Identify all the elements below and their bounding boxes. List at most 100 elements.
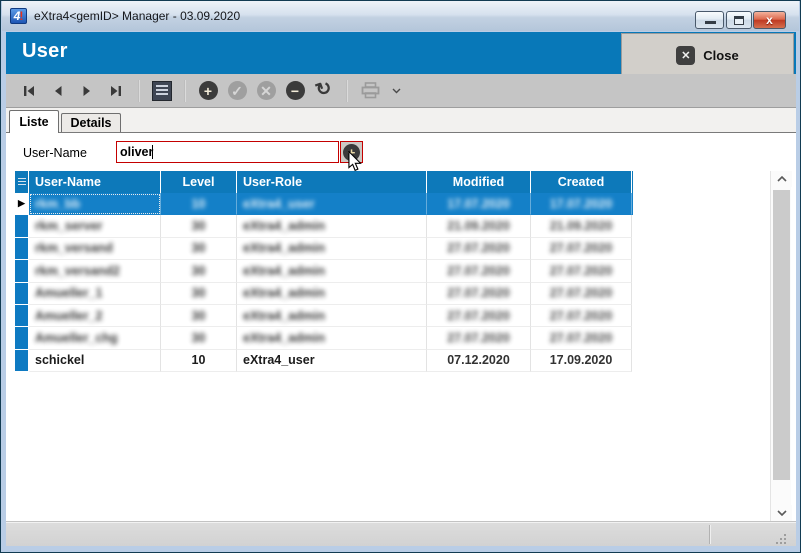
print-dropdown-button[interactable]: [386, 81, 406, 101]
cell-modified: 27.07.2020: [447, 308, 510, 323]
prior-record-button[interactable]: [48, 81, 68, 101]
record-toolbar: + ✓ ✕ − ↻: [6, 74, 796, 108]
cell-user-name: rkm_versand: [35, 241, 113, 256]
row-indicator: [15, 327, 29, 350]
close-x-icon: ✕: [676, 45, 696, 65]
refresh-button[interactable]: ↻: [313, 77, 335, 102]
row-indicator: [15, 349, 29, 373]
x-circle-icon: ✕: [256, 81, 276, 100]
cell-modified: 27.07.2020: [447, 263, 510, 278]
user-table: User-Name Level User-Role Modified Creat…: [15, 171, 633, 373]
text-caret: [152, 145, 153, 159]
app-icon: 4!: [10, 8, 27, 24]
cell-created: 17.09.2020: [549, 353, 613, 368]
table-row[interactable]: schickel 10 eXtra4_user 07.12.2020 17.09…: [15, 349, 633, 373]
cell-level: 30: [191, 308, 206, 323]
app-icon-excl: !: [19, 9, 24, 23]
resize-grip[interactable]: [780, 538, 782, 540]
minimize-icon: [704, 21, 716, 24]
tab-details[interactable]: Details: [61, 113, 121, 132]
cell-modified: 27.07.2020: [447, 286, 510, 301]
cell-modified: 17.07.2020: [447, 196, 510, 211]
last-record-button[interactable]: [106, 81, 126, 101]
column-header-created[interactable]: Created: [531, 171, 632, 193]
client-area: User ✕ Close + ✓ ✕ − ↻ Liste Details Use…: [6, 32, 796, 546]
mouse-cursor: [348, 151, 362, 172]
cell-created: 27.07.2020: [549, 331, 613, 346]
tab-details-label: Details: [70, 116, 112, 130]
close-button[interactable]: ✕ Close: [621, 33, 794, 77]
cell-user-role: eXtra4_admin: [243, 241, 325, 256]
form-view-button[interactable]: [152, 80, 172, 101]
cell-created: 27.07.2020: [549, 263, 613, 278]
cell-user-name: Amueller_2: [35, 308, 103, 323]
insert-record-button[interactable]: +: [198, 81, 218, 101]
first-record-button[interactable]: [19, 81, 39, 101]
application-window: 4! eXtra4<gemID> Manager - 03.09.2020 x …: [0, 0, 801, 553]
table-row[interactable]: Amueller_2 30 eXtra4_admin 27.07.2020 27…: [15, 304, 633, 328]
row-indicator: [15, 237, 29, 261]
cell-user-name: rkm_server: [35, 219, 103, 234]
cell-level: 30: [191, 263, 206, 278]
user-name-input[interactable]: [116, 141, 339, 163]
column-header-modified[interactable]: Modified: [427, 171, 531, 193]
printer-icon: [361, 82, 379, 99]
cell-user-name: schickel: [35, 353, 85, 368]
column-header-user-name[interactable]: User-Name: [29, 171, 161, 193]
plus-circle-icon: +: [198, 81, 218, 100]
next-record-button[interactable]: [77, 81, 97, 101]
table-row[interactable]: rkm_server 30 eXtra4_admin 21.09.2020 21…: [15, 215, 633, 238]
cell-user-role: eXtra4_admin: [243, 263, 325, 278]
cell-user-role: eXtra4_user: [243, 353, 315, 368]
cell-user-name: rkm_bb: [35, 196, 81, 211]
check-circle-icon: ✓: [227, 81, 247, 100]
table-row[interactable]: rkm_versand 30 eXtra4_admin 27.07.2020 2…: [15, 237, 633, 261]
row-indicator: [15, 260, 29, 283]
row-indicator-header[interactable]: [15, 171, 29, 193]
status-bar: [6, 521, 796, 546]
print-button: [360, 81, 380, 101]
first-record-icon: [24, 85, 34, 96]
scroll-down-button[interactable]: [771, 505, 792, 521]
window-close-icon: x: [766, 13, 773, 27]
prior-record-icon: [55, 85, 62, 96]
table-row[interactable]: Amueller_1 30 eXtra4_admin 27.07.2020 27…: [15, 282, 633, 305]
maximize-button[interactable]: [726, 11, 752, 29]
scroll-up-button[interactable]: [771, 171, 792, 187]
liste-tab-page: User-Name + User-Name Level User-Role Mo…: [6, 132, 796, 521]
cell-level: 30: [191, 331, 206, 346]
table-row[interactable]: rkm_versand2 30 eXtra4_admin 27.07.2020 …: [15, 260, 633, 283]
cell-user-role: eXtra4_admin: [243, 219, 325, 234]
tab-liste-label: Liste: [19, 115, 49, 129]
cancel-button: ✕: [256, 81, 276, 101]
toolbar-separator: [184, 79, 186, 102]
titlebar[interactable]: 4! eXtra4<gemID> Manager - 03.09.2020 x: [2, 1, 799, 31]
cell-modified: 21.09.2020: [447, 219, 510, 234]
user-name-label: User-Name: [23, 146, 87, 160]
cell-level: 30: [191, 241, 206, 256]
column-header-level[interactable]: Level: [161, 171, 237, 193]
cell-modified: 07.12.2020: [447, 353, 510, 368]
table-row[interactable]: Amueller_chg 30 eXtra4_admin 27.07.2020 …: [15, 327, 633, 350]
cell-created: 27.07.2020: [549, 286, 613, 301]
cell-created: 21.09.2020: [549, 219, 613, 234]
chevron-down-icon: [776, 510, 787, 516]
cell-level: 30: [191, 219, 206, 234]
cell-level: 30: [191, 286, 206, 301]
cell-user-name: rkm_versand2: [35, 263, 120, 278]
tab-liste[interactable]: Liste: [9, 110, 59, 133]
column-header-user-role[interactable]: User-Role: [237, 171, 427, 193]
scrollbar-thumb[interactable]: [773, 190, 790, 480]
vertical-scrollbar[interactable]: [770, 171, 792, 521]
confirm-button: ✓: [227, 81, 247, 101]
maximize-icon: [734, 16, 744, 25]
cell-level: 10: [191, 196, 206, 211]
cell-user-name: Amueller_1: [35, 286, 103, 301]
refresh-icon: ↻: [312, 76, 336, 103]
table-row[interactable]: rkm_bb 10 eXtra4_user 17.07.2020 17.07.2…: [15, 193, 633, 216]
delete-record-button[interactable]: −: [285, 81, 305, 101]
minimize-button[interactable]: [695, 11, 724, 29]
window-close-button[interactable]: x: [753, 11, 786, 29]
cell-created: 17.07.2020: [549, 196, 613, 211]
cell-modified: 27.07.2020: [447, 241, 510, 256]
